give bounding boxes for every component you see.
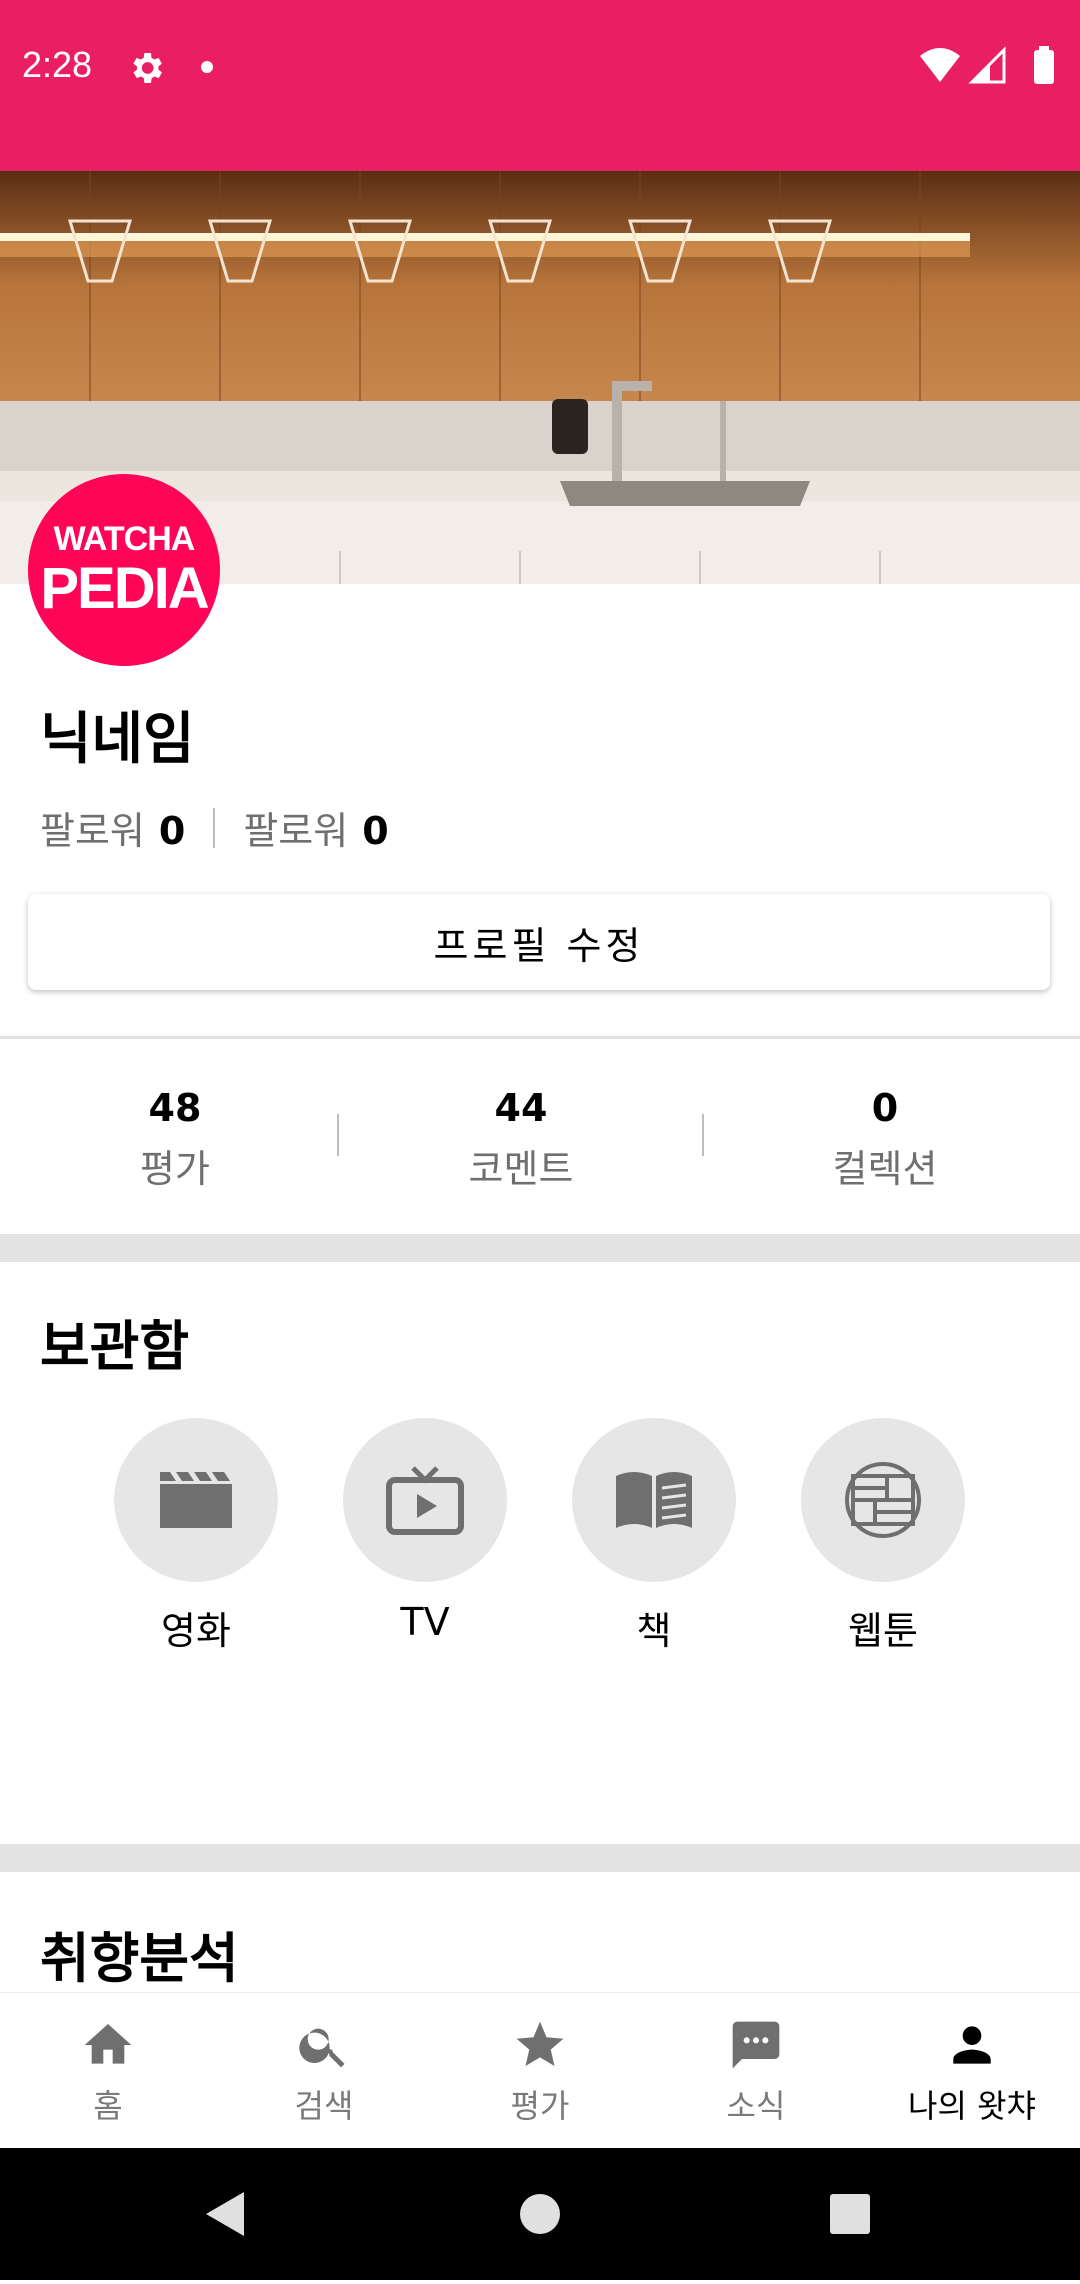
storage-title: 보관함 <box>40 1315 190 1378</box>
follow-divider <box>213 807 216 848</box>
stat-collections-label: 컬렉션 <box>832 1147 938 1191</box>
stat-collections-value: 0 <box>871 1086 899 1130</box>
edit-profile-button[interactable]: 프로필 수정 <box>28 894 1050 990</box>
section-gap <box>0 1234 1080 1262</box>
webtoon-icon <box>845 1462 921 1538</box>
settings-gear-icon <box>133 53 162 83</box>
book-icon <box>616 1472 692 1528</box>
storage-item-tv[interactable]: TV <box>343 1418 507 1644</box>
nav-rate-label: 평가 <box>510 2087 570 2125</box>
stat-divider <box>337 1114 339 1156</box>
home-icon <box>84 2024 132 2064</box>
bottom-navigation: 홈 검색 평가 소식 나의 왓챠 <box>0 1992 1080 2149</box>
wifi-icon <box>920 48 960 82</box>
stat-collections[interactable]: 0 컬렉션 <box>735 1080 1035 1193</box>
followers-link[interactable]: 팔로워 0 <box>40 800 185 855</box>
storage-item-webtoons[interactable]: 웹툰 <box>801 1418 965 1655</box>
person-icon <box>953 2026 991 2064</box>
nav-my-watcha[interactable]: 나의 왓챠 <box>864 1993 1080 2149</box>
taste-analysis-title: 취향분석 <box>40 1927 239 1990</box>
avatar-logo-line2: PEDIA <box>40 556 209 621</box>
stat-comments-value: 44 <box>494 1086 548 1130</box>
status-bar: 2:28 <box>0 0 1080 171</box>
movie-clapper-icon <box>160 1472 232 1528</box>
system-navigation-bar <box>0 2148 1080 2280</box>
stat-divider <box>702 1114 704 1156</box>
stat-ratings[interactable]: 48 평가 <box>25 1080 325 1193</box>
chat-icon <box>732 2021 780 2069</box>
nav-home-label: 홈 <box>93 2087 123 2125</box>
stat-comments[interactable]: 44 코멘트 <box>371 1080 671 1193</box>
nav-my-watcha-label: 나의 왓챠 <box>908 2087 1036 2125</box>
nav-search-label: 검색 <box>294 2087 354 2125</box>
followers-label: 팔로워 <box>40 809 145 853</box>
nav-news[interactable]: 소식 <box>648 1993 864 2149</box>
storage-label-books: 책 <box>636 1609 672 1653</box>
storage-item-books[interactable]: 책 <box>572 1418 736 1655</box>
following-label: 팔로워 <box>243 809 349 853</box>
battery-icon <box>1034 50 1054 84</box>
notification-dot-icon <box>201 61 213 73</box>
storage-label-movies: 영화 <box>161 1609 231 1653</box>
section-divider <box>0 1036 1080 1039</box>
section-gap <box>0 1844 1080 1872</box>
nav-search[interactable]: 검색 <box>216 1993 432 2149</box>
search-icon <box>299 2028 345 2068</box>
following-link[interactable]: 팔로워 0 <box>243 800 388 855</box>
system-status-icons <box>920 46 1054 84</box>
star-icon <box>516 2021 564 2066</box>
followers-count: 0 <box>158 809 186 853</box>
nav-news-label: 소식 <box>726 2087 786 2125</box>
tv-icon <box>386 1466 464 1535</box>
following-count: 0 <box>362 809 389 853</box>
stat-comments-label: 코멘트 <box>468 1147 574 1191</box>
profile-avatar[interactable]: WATCHA PEDIA <box>28 474 220 666</box>
storage-label-tv: TV <box>400 1600 450 1644</box>
nav-home[interactable]: 홈 <box>0 1993 216 2149</box>
status-time: 2:28 <box>22 44 93 85</box>
recents-icon <box>830 2194 870 2234</box>
avatar-logo-line1: WATCHA <box>53 520 196 558</box>
storage-label-webtoons: 웹툰 <box>848 1609 918 1653</box>
back-icon <box>206 2192 244 2236</box>
stat-ratings-label: 평가 <box>140 1147 210 1191</box>
storage-item-movies[interactable]: 영화 <box>114 1418 278 1655</box>
follow-stats: 팔로워 0 팔로워 0 <box>40 800 389 855</box>
home-button-icon <box>520 2194 560 2234</box>
nav-rate[interactable]: 평가 <box>432 1993 648 2149</box>
activity-stats: 48 평가 44 코멘트 0 컬렉션 <box>0 1080 1080 1200</box>
profile-nickname: 닉네임 <box>40 707 195 772</box>
stat-ratings-value: 48 <box>148 1086 202 1130</box>
